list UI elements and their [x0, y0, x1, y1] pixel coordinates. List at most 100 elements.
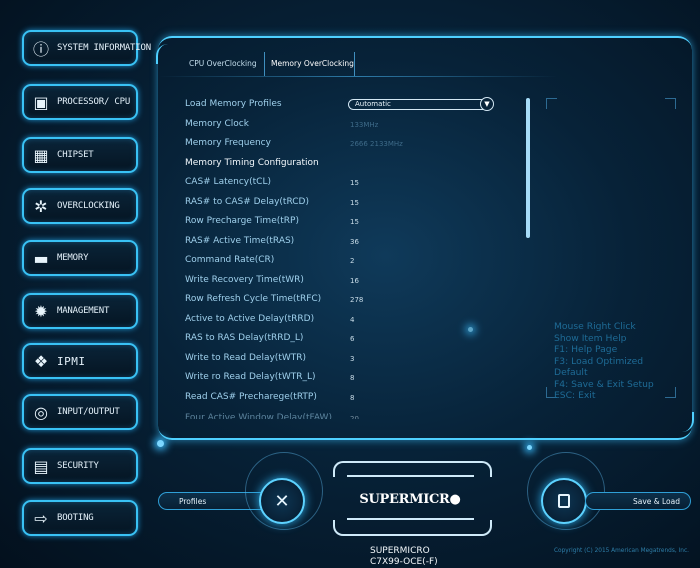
- cpu-icon: ▣: [33, 92, 49, 112]
- setting-row[interactable]: Row Refresh Cycle Time(tRFC) 278: [185, 294, 515, 308]
- setting-value: 15: [350, 179, 359, 187]
- setting-value: 3: [350, 354, 355, 363]
- setting-row[interactable]: Row Precharge Time(tRP) 15: [185, 216, 515, 230]
- setting-row[interactable]: Memory Frequency 2666 2133MHz: [185, 138, 515, 152]
- tab-memory-overclocking[interactable]: Memory OverClocking: [271, 54, 354, 74]
- setting-value: 278: [350, 296, 364, 304]
- sidebar-item-chipset[interactable]: ▦ CHIPSET: [22, 137, 138, 173]
- memory-profile-dropdown[interactable]: Automatic ▼: [348, 97, 494, 111]
- setting-label: Active to Active Delay(tRRD): [185, 313, 315, 324]
- setting-label: RAS# Active Time(tRAS): [185, 235, 295, 246]
- setting-row[interactable]: RAS# Active Time(tRAS) 36: [185, 236, 515, 250]
- tab-cpu-overclocking[interactable]: CPU OverClocking: [189, 54, 257, 74]
- sidebar-item-label: CHIPSET: [57, 150, 94, 160]
- setting-value: 16: [350, 276, 359, 285]
- profiles-label: Profiles: [179, 497, 207, 506]
- sidebar-item-label: IPMI: [57, 354, 86, 368]
- main-panel: CPU OverClocking Memory OverClocking Loa…: [156, 36, 694, 440]
- sidebar-item-system-information[interactable]: ⓘ SYSTEM INFORMATION: [22, 30, 151, 66]
- frame-corner: [665, 98, 676, 109]
- sidebar-item-booting[interactable]: ⇨ BOOTING: [22, 500, 138, 536]
- setting-label: RAS to RAS Delay(tRRD_L): [185, 333, 304, 343]
- overclock-icon: ✲: [34, 196, 48, 216]
- help-line: F3: Load Optimized: [554, 355, 644, 367]
- setting-row[interactable]: Write to Read Delay(tWTR) 3: [185, 353, 515, 367]
- supermicro-logo: SUPERMICR●: [359, 492, 461, 507]
- sidebar-item-label: BOOTING: [57, 513, 94, 523]
- setting-label: Read CAS# Precharege(tRTP): [185, 391, 317, 402]
- setting-value: 8: [350, 374, 355, 382]
- sidebar-item-label: OVERCLOCKING: [57, 201, 120, 211]
- setting-value: 2: [350, 257, 355, 265]
- chip-icon: ▦: [33, 145, 49, 165]
- io-icon: ◎: [34, 402, 48, 422]
- sidebar-item-processor-cpu[interactable]: ▣ PROCESSOR/ CPU: [22, 84, 138, 120]
- help-line: Show Item Help: [554, 332, 627, 344]
- setting-row[interactable]: Command Rate(CR) 2: [185, 255, 515, 269]
- brand-frame-line: [347, 475, 474, 477]
- sidebar-item-memory[interactable]: ▬ MEMORY: [22, 240, 138, 276]
- setting-row[interactable]: RAS# to CAS# Delay(tRCD) 15: [185, 197, 515, 211]
- gear-icon: ✹: [34, 301, 48, 321]
- scrollbar-thumb[interactable]: [526, 98, 530, 238]
- setting-row[interactable]: RAS to RAS Delay(tRRD_L) 6: [185, 333, 515, 347]
- setting-row[interactable]: Write Recovery Time(tWR) 16: [185, 275, 515, 289]
- sidebar-item-security[interactable]: ▤ SECURITY: [22, 448, 138, 484]
- setting-value: 20: [350, 415, 359, 419]
- setting-label: Four Active Window Delay(tFAW): [185, 413, 332, 419]
- setting-row[interactable]: Write ro Read Delay(tWTR_L) 8: [185, 372, 515, 386]
- sidebar-item-overclocking[interactable]: ✲ OVERCLOCKING: [22, 188, 138, 224]
- dropdown-value: Automatic: [355, 100, 391, 108]
- setting-row[interactable]: Four Active Window Delay(tFAW) 20: [185, 413, 515, 419]
- help-text: Mouse Right Click Show Item Help F1: Hel…: [554, 321, 654, 402]
- tools-icon: ✕: [274, 490, 290, 512]
- setting-label: Write to Read Delay(tWTR): [185, 352, 307, 363]
- setting-value: 36: [350, 237, 359, 246]
- glow-dot: [527, 445, 532, 450]
- help-line: Default: [554, 367, 588, 378]
- setting-label: Command Rate(CR): [185, 255, 275, 265]
- setting-label: RAS# to CAS# Delay(tRCD): [185, 196, 309, 207]
- help-line: ESC: Exit: [554, 390, 596, 401]
- setting-row[interactable]: Active to Active Delay(tRRD) 4: [185, 314, 515, 328]
- setting-row: Memory Timing Configuration: [185, 158, 515, 172]
- tab-separator: [264, 52, 265, 76]
- setting-row[interactable]: CAS# Latency(tCL) 15: [185, 177, 515, 191]
- sidebar-item-management[interactable]: ✹ MANAGEMENT: [22, 293, 138, 329]
- setting-value: 133MHz: [350, 120, 379, 129]
- ipmi-icon: ❖: [33, 351, 49, 371]
- glow-dot: [157, 440, 164, 447]
- save-load-icon: [558, 494, 570, 508]
- frame-corner: [665, 387, 676, 398]
- setting-value: 6: [350, 335, 355, 343]
- frame-corner: [546, 98, 557, 109]
- sidebar-item-label: SECURITY: [57, 461, 99, 471]
- lock-icon: ▤: [33, 456, 49, 476]
- setting-row[interactable]: Memory Clock 133MHz: [185, 119, 515, 133]
- setting-label: Write ro Read Delay(tWTR_L): [185, 372, 316, 382]
- save-load-label: Save & Load: [632, 497, 680, 506]
- save-load-button[interactable]: Save & Load: [585, 492, 691, 510]
- setting-value: 4: [350, 315, 355, 324]
- setting-row[interactable]: Read CAS# Precharege(tRTP) 8: [185, 392, 515, 406]
- tab-separator: [354, 52, 355, 76]
- sidebar-item-ipmi[interactable]: ❖ IPMI: [22, 343, 138, 379]
- model-info: SUPERMICRO C7X99-OCE(-F): [370, 546, 438, 568]
- brand-frame-bottom: [333, 520, 492, 536]
- save-load-circle-button[interactable]: [541, 478, 587, 524]
- setting-value: 15: [350, 198, 359, 207]
- sidebar-item-input-output[interactable]: ◎ INPUT/OUTPUT: [22, 394, 138, 430]
- chevron-down-icon[interactable]: ▼: [480, 97, 494, 111]
- copyright-text: Copyright (C) 2015 American Megatrends, …: [554, 548, 689, 554]
- sidebar-item-label: PROCESSOR/ CPU: [57, 97, 131, 107]
- setting-label: Row Precharge Time(tRP): [185, 216, 299, 226]
- memory-icon: ▬: [33, 248, 49, 268]
- sidebar-item-label: SYSTEM INFORMATION: [57, 43, 151, 53]
- tab-underline: [158, 76, 558, 77]
- profiles-tools-button[interactable]: ✕: [259, 478, 305, 524]
- sidebar-item-label: MEMORY: [57, 253, 89, 263]
- boot-icon: ⇨: [34, 508, 48, 528]
- setting-value: 8: [350, 393, 355, 402]
- setting-label: Memory Timing Configuration: [185, 157, 319, 168]
- setting-value: 2666 2133MHz: [350, 140, 403, 148]
